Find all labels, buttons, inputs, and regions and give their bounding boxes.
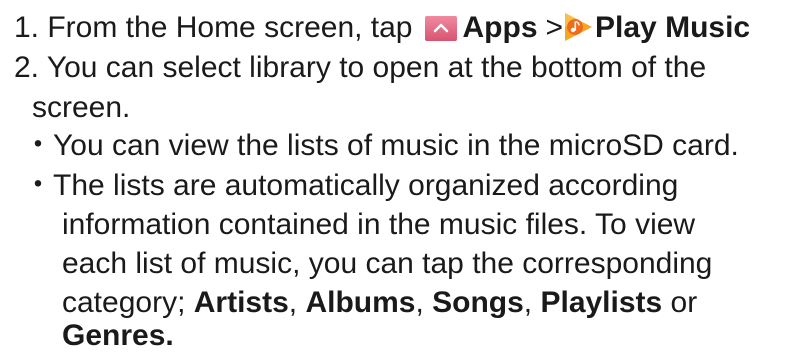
category-prefix: category;	[62, 286, 194, 319]
step-1-text: 1. From the Home screen, tap	[14, 11, 413, 44]
category-genres: Genres.	[62, 319, 174, 352]
apps-label: Apps	[462, 11, 538, 44]
comma: ,	[523, 286, 541, 319]
comma: ,	[288, 286, 306, 319]
apps-chevron-icon	[424, 14, 457, 41]
category-albums: Albums	[305, 286, 416, 319]
category-playlists: Playlists	[540, 286, 663, 319]
bullet-2-line-2: information contained in the music files…	[62, 208, 696, 241]
step-2-line-1: 2. You can select library to open at the…	[14, 51, 707, 84]
separator: >	[545, 11, 564, 44]
bullet-2-line-3: each list of music, you can tap the corr…	[62, 247, 713, 280]
bullet-2-line-4: category; Artists, Albums, Songs, Playli…	[62, 285, 697, 321]
or-text: or	[662, 286, 698, 319]
bullet-2-line-1: ・The lists are automatically organized a…	[23, 169, 679, 202]
category-artists: Artists	[193, 286, 289, 319]
bullet-1: ・You can view the lists of music in the …	[23, 129, 739, 162]
step-2-line-2: screen.	[32, 91, 131, 124]
step-1: 1. From the Home screen, tap Apps > Play Mu…	[14, 10, 750, 46]
play-music-label: Play Music	[595, 11, 751, 44]
category-songs: Songs	[432, 286, 524, 319]
play-music-icon	[563, 12, 593, 42]
comma: ,	[415, 286, 433, 319]
